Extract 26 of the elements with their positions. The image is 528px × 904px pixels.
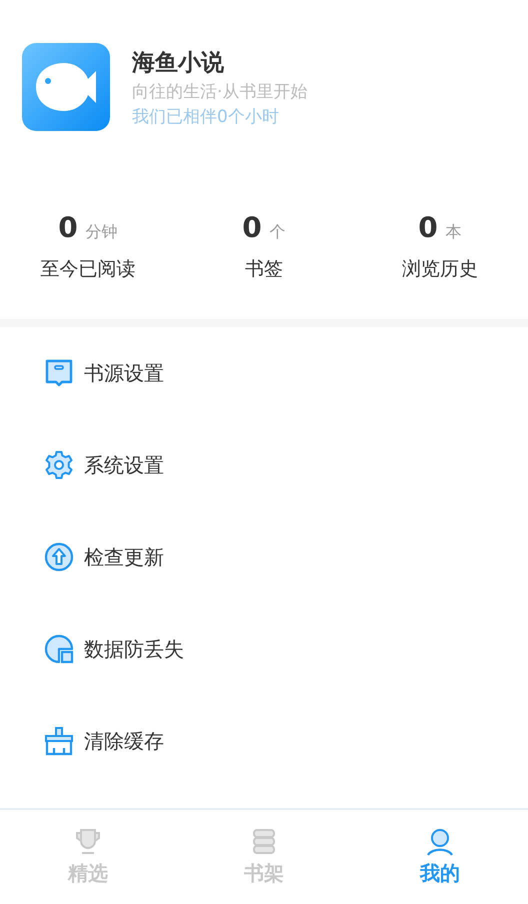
menu-item[interactable]: 书源设置 <box>84 360 164 386</box>
stat-value: 0 <box>242 211 262 244</box>
stat-value: 0 <box>58 211 78 244</box>
stat-label[interactable]: 书签 <box>245 256 283 282</box>
menu-item[interactable]: 系统设置 <box>84 452 164 478</box>
fish-logo-icon <box>22 43 110 131</box>
slogan: 向往的生活·从书里开始 <box>132 80 308 102</box>
stat-unit: 本 <box>446 222 462 243</box>
menu-item[interactable]: 数据防丢失 <box>84 636 184 662</box>
stat-unit: 分钟 <box>86 222 118 243</box>
broom-icon <box>44 726 74 756</box>
stat-unit: 个 <box>270 222 286 243</box>
box-icon <box>44 358 74 388</box>
settings-icon <box>44 450 74 480</box>
stat-label[interactable]: 至今已阅读 <box>40 256 136 282</box>
data-icon <box>44 634 74 664</box>
trophy-icon <box>74 828 102 856</box>
menu-item[interactable]: 检查更新 <box>84 544 164 570</box>
person-icon <box>426 828 454 856</box>
up-arrow-circle-icon <box>44 542 74 572</box>
app-name: 海鱼小说 <box>132 48 225 78</box>
stat-value: 0 <box>418 211 438 244</box>
stat-label[interactable]: 浏览历史 <box>402 256 478 282</box>
books-icon <box>250 828 278 856</box>
menu-item[interactable]: 清除缓存 <box>84 728 164 754</box>
companion-time: 我们已相伴0个小时 <box>132 106 280 128</box>
